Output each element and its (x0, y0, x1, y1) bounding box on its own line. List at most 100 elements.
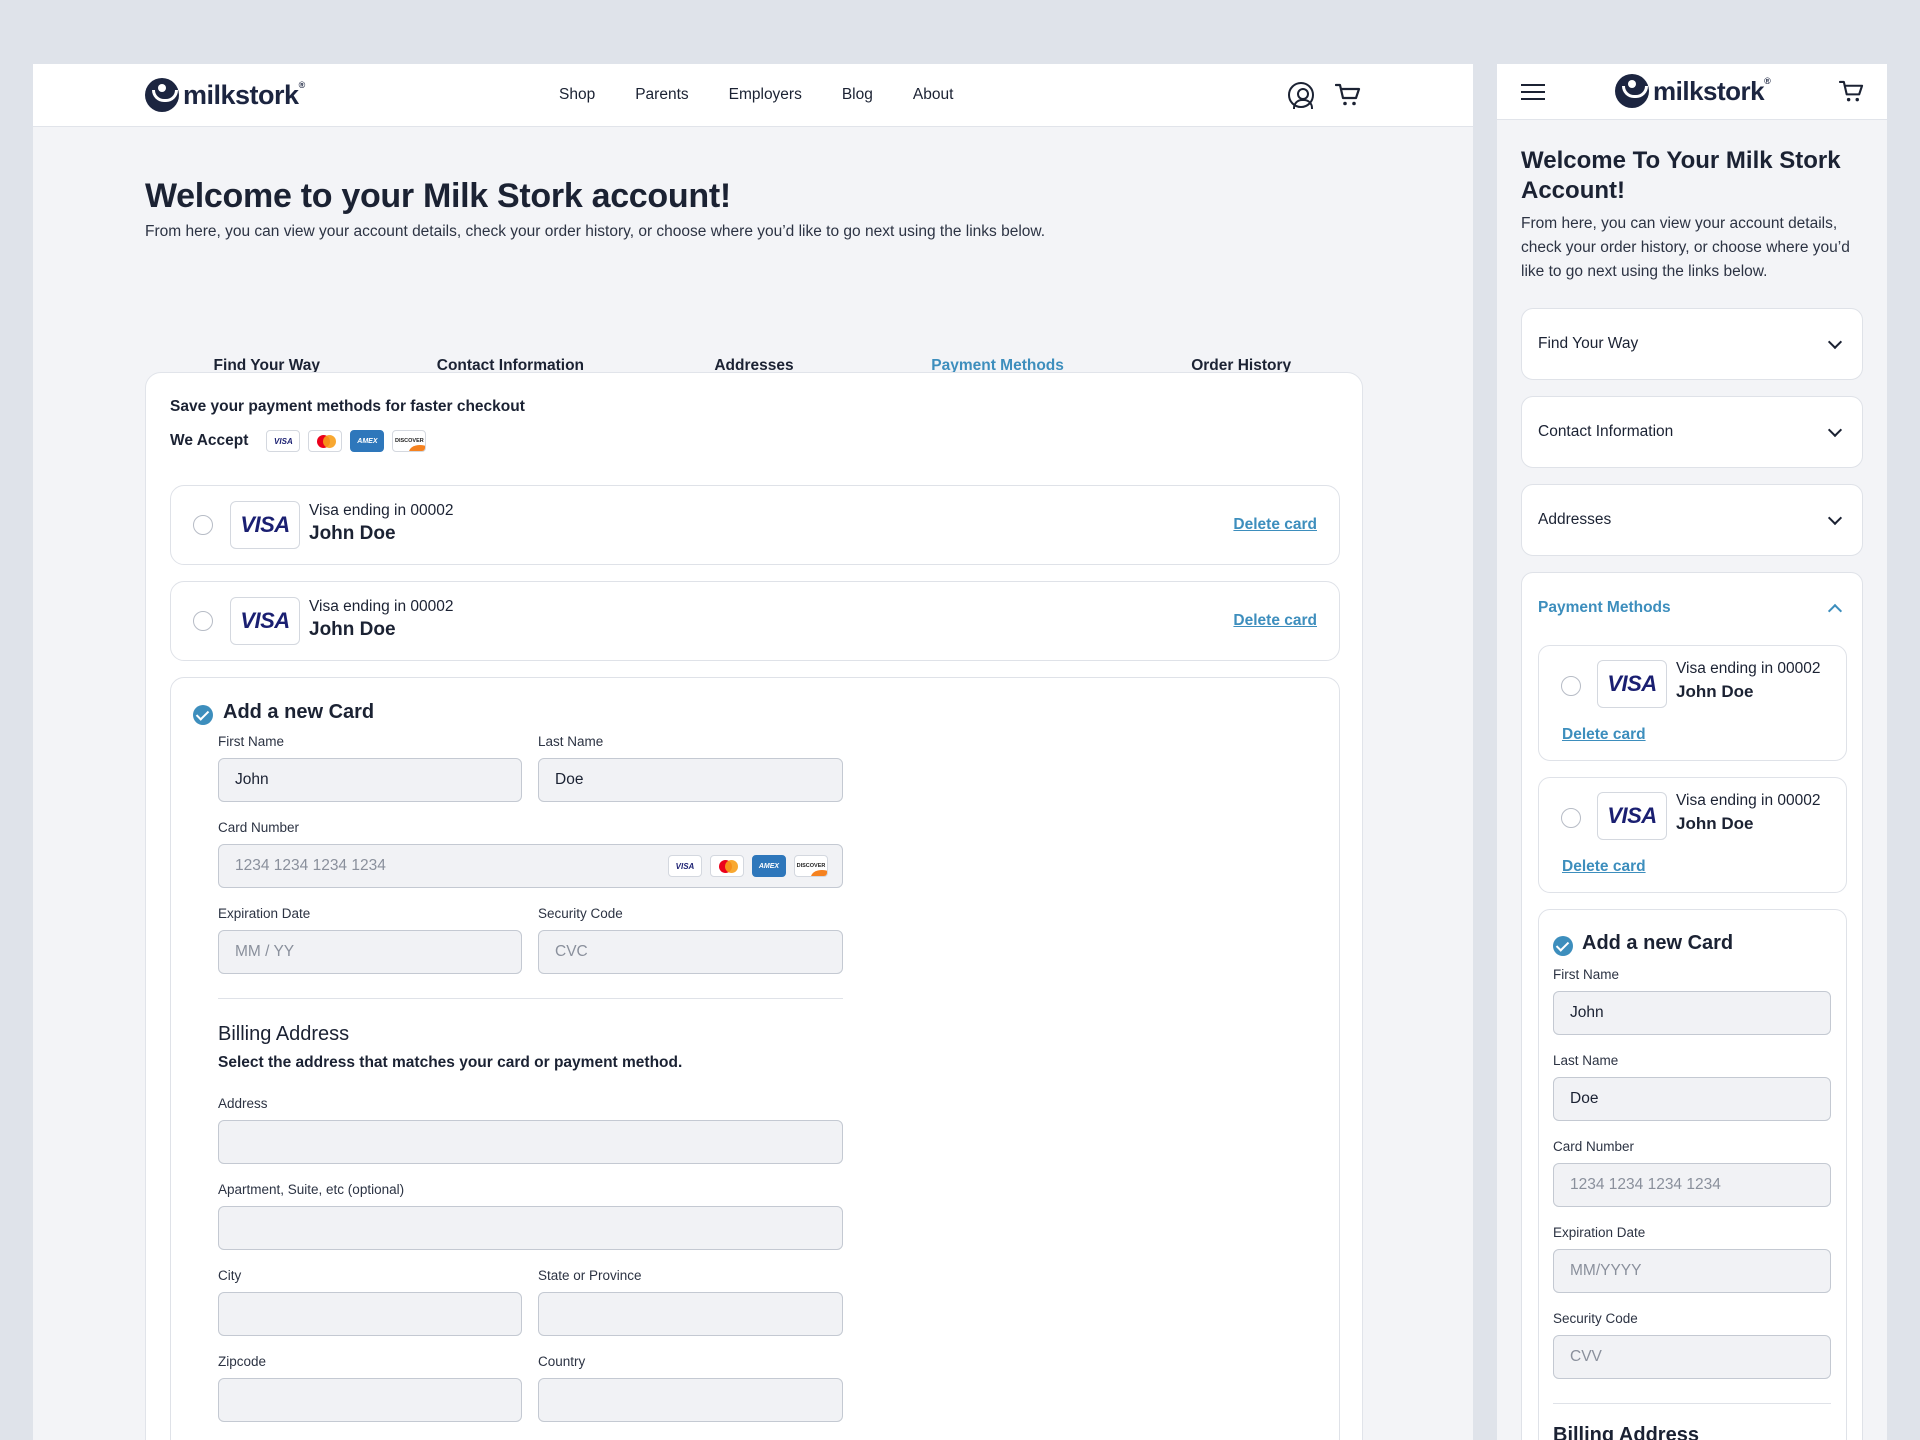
card-holder-name: John Doe (309, 619, 396, 640)
card-select-radio[interactable] (1561, 676, 1581, 696)
add-new-card-form: Add a new Card First Name John Last Name… (1538, 909, 1847, 1440)
nav-blog[interactable]: Blog (842, 86, 873, 104)
zipcode-label: Zipcode (218, 1354, 267, 1369)
apartment-input[interactable] (218, 1206, 843, 1250)
state-label: State or Province (538, 1268, 642, 1283)
city-input[interactable] (218, 1292, 522, 1336)
check-icon[interactable] (1553, 936, 1573, 956)
country-input[interactable] (538, 1378, 843, 1422)
billing-address-subtitle: Select the address that matches your car… (218, 1054, 683, 1071)
security-code-input[interactable]: CVV (1553, 1335, 1831, 1379)
cart-icon[interactable] (1334, 83, 1361, 107)
expiration-input[interactable]: MM/YYYY (1553, 1249, 1831, 1293)
visa-icon: VISA (230, 501, 300, 549)
delete-card-link[interactable]: Delete card (1562, 858, 1646, 876)
amex-icon: AMEX (350, 430, 385, 452)
card-info: Visa ending in 00002 John Doe (309, 502, 454, 545)
page-subtitle: From here, you can view your account det… (145, 223, 1046, 240)
card-number-label: Card Number (1553, 1139, 1635, 1154)
accordion-find-your-way[interactable]: Find Your Way (1521, 308, 1863, 380)
visa-icon: VISA (266, 430, 301, 452)
discover-icon: DISCOVER (794, 855, 828, 877)
card-info: Visa ending in 00002 John Doe (309, 598, 454, 641)
city-label: City (218, 1268, 242, 1283)
expiration-label: Expiration Date (1553, 1225, 1646, 1240)
page-subtitle: From here, you can view your account det… (1521, 215, 1850, 280)
nav-parents[interactable]: Parents (635, 86, 688, 104)
visa-icon: VISA (230, 597, 300, 645)
card-description: Visa ending in 00002 (309, 502, 454, 519)
logo-text: milkstork® (183, 79, 305, 110)
card-select-radio[interactable] (193, 611, 213, 631)
first-name-label: First Name (1553, 967, 1620, 982)
card-select-radio[interactable] (193, 515, 213, 535)
card-description: Visa ending in 00002 (1676, 660, 1821, 677)
zipcode-input[interactable] (218, 1378, 522, 1422)
last-name-label: Last Name (1553, 1053, 1619, 1068)
card-holder-name: John Doe (1676, 814, 1754, 833)
card-number-label: Card Number (218, 820, 300, 835)
mastercard-icon (308, 430, 343, 452)
nav-about[interactable]: About (913, 86, 954, 104)
security-code-input[interactable]: CVC (538, 930, 843, 974)
add-new-card-form: Add a new Card First Name John Last Name… (170, 677, 1340, 1440)
chevron-down-icon (1827, 334, 1843, 350)
card-number-input[interactable]: 1234 1234 1234 1234 VISA AMEX DISCOVER (218, 844, 843, 888)
visa-icon: VISA (1597, 792, 1667, 840)
card-holder-name: John Doe (309, 523, 396, 544)
saved-card[interactable]: VISA Visa ending in 00002 John Doe Delet… (170, 581, 1340, 661)
state-input[interactable] (538, 1292, 843, 1336)
we-accept-label: We Accept (170, 432, 249, 449)
card-description: Visa ending in 00002 (1676, 792, 1821, 809)
card-brand-icons: VISA AMEX DISCOVER (668, 855, 828, 877)
delete-card-link[interactable]: Delete card (1233, 516, 1317, 534)
accordion-addresses[interactable]: Addresses (1521, 484, 1863, 556)
card-select-radio[interactable] (1561, 808, 1581, 828)
billing-address-title: Billing Address (218, 1023, 350, 1045)
saved-card[interactable]: VISA Visa ending in 00002 John Doe Delet… (170, 485, 1340, 565)
amex-icon: AMEX (752, 855, 786, 877)
security-code-label: Security Code (1553, 1311, 1638, 1326)
card-description: Visa ending in 00002 (309, 598, 454, 615)
card-info: Visa ending in 00002 John Doe (1676, 792, 1821, 834)
menu-icon[interactable] (1521, 84, 1545, 100)
first-name-input[interactable]: John (218, 758, 522, 802)
expiration-label: Expiration Date (218, 906, 311, 921)
delete-card-link[interactable]: Delete card (1562, 726, 1646, 744)
accordion-contact-information[interactable]: Contact Information (1521, 396, 1863, 468)
accordion-label: Addresses (1538, 511, 1612, 528)
divider (1553, 1403, 1831, 1404)
page-title: Welcome to your Milk Stork account! (145, 177, 731, 215)
expiration-input[interactable]: MM / YY (218, 930, 522, 974)
last-name-input[interactable]: Doe (1553, 1077, 1831, 1121)
card-number-input[interactable]: 1234 1234 1234 1234 (1553, 1163, 1831, 1207)
address-input[interactable] (218, 1120, 843, 1164)
nav-employers[interactable]: Employers (729, 86, 802, 104)
first-name-input[interactable]: John (1553, 991, 1831, 1035)
saved-card[interactable]: VISA Visa ending in 00002 John Doe Delet… (1538, 645, 1847, 761)
main-nav: Shop Parents Employers Blog About (559, 86, 953, 104)
check-icon[interactable] (193, 705, 213, 725)
visa-icon: VISA (1597, 660, 1667, 708)
accordion-label: Find Your Way (1538, 335, 1639, 352)
saved-card[interactable]: VISA Visa ending in 00002 John Doe Delet… (1538, 777, 1847, 893)
cart-icon[interactable] (1838, 80, 1864, 103)
add-new-card-title: Add a new Card (1582, 932, 1734, 954)
last-name-input[interactable]: Doe (538, 758, 843, 802)
accepted-cards: We Accept VISA AMEX DISCOVER (170, 430, 427, 452)
chevron-up-icon[interactable] (1827, 603, 1843, 619)
mobile-header: milkstork® (1497, 64, 1887, 120)
page-title: Welcome To Your Milk Stork Account! (1521, 147, 1841, 204)
stork-logo-icon (145, 78, 179, 112)
accordion-label[interactable]: Payment Methods (1538, 599, 1671, 617)
nav-shop[interactable]: Shop (559, 86, 595, 104)
accordion-label: Contact Information (1538, 423, 1674, 440)
chevron-down-icon (1827, 510, 1843, 526)
logo[interactable]: milkstork® (145, 78, 305, 112)
user-icon[interactable] (1288, 82, 1314, 109)
discover-icon: DISCOVER (392, 430, 427, 452)
billing-address-title: Billing Address (1553, 1424, 1699, 1440)
mobile-view: milkstork® Welcome To Your Milk Stork Ac… (1497, 64, 1887, 1440)
logo[interactable]: milkstork® (1615, 74, 1771, 108)
delete-card-link[interactable]: Delete card (1233, 612, 1317, 630)
